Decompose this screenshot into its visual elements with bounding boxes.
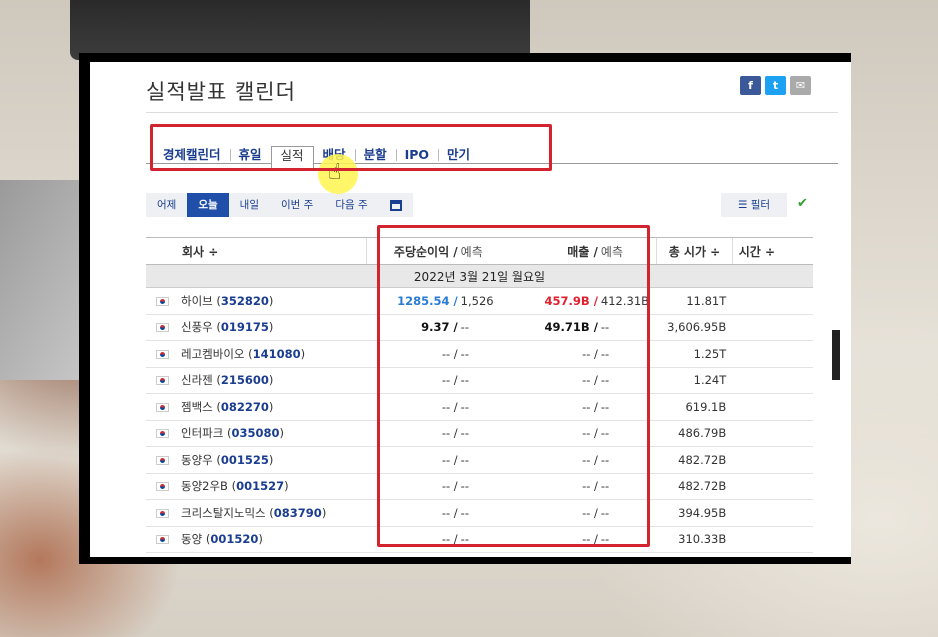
company-name[interactable]: 인터파크: [181, 426, 223, 440]
day-selector: 어제 오늘 내일 이번 주 다음 주: [146, 193, 413, 217]
company-cell[interactable]: 신풍우 (019175): [146, 314, 367, 341]
time-cell: [732, 367, 813, 394]
korea-flag-icon: [156, 429, 169, 439]
calendar-page: 실적발표 캘린더 f t ✉ 경제캘린더휴일실적배당분할IPO만기 어제오늘내일…: [90, 62, 838, 557]
company-code[interactable]: 001520: [210, 532, 258, 546]
time-cell: [732, 526, 813, 553]
day-2[interactable]: 내일: [229, 193, 270, 217]
korea-flag-icon: [156, 323, 169, 333]
company-code[interactable]: 082270: [221, 400, 269, 414]
time-cell: [732, 340, 813, 368]
company-name[interactable]: 신라젠: [181, 373, 213, 387]
market-cap-cell: 482.72B: [656, 473, 733, 500]
korea-flag-icon: [156, 296, 169, 306]
company-name[interactable]: 동양우: [181, 453, 213, 467]
market-cap-cell: 486.79B: [656, 420, 733, 447]
market-cap-cell: 11.81T: [656, 287, 733, 315]
time-cell: [732, 473, 813, 500]
company-code[interactable]: 001525: [221, 453, 269, 467]
time-cell: [732, 287, 813, 315]
market-cap-cell: 1.24T: [656, 367, 733, 394]
company-name[interactable]: 크리스탈지노믹스: [181, 506, 266, 520]
sliders-icon: ☰: [737, 199, 748, 211]
korea-flag-icon: [156, 535, 169, 545]
market-cap-cell: 394.95B: [656, 499, 733, 527]
filter-button[interactable]: ☰ 필터: [721, 193, 787, 217]
time-cell: [732, 446, 813, 474]
market-cap-cell: 482.72B: [656, 446, 733, 474]
time-cell: [732, 420, 813, 447]
company-cell[interactable]: 동양우 (001525): [146, 446, 367, 474]
time-cell: [732, 314, 813, 341]
background-laptop: [70, 0, 530, 60]
company-code[interactable]: 215600: [221, 373, 269, 387]
korea-flag-icon: [156, 455, 169, 465]
korea-flag-icon: [156, 349, 169, 359]
mail-icon[interactable]: ✉: [790, 76, 811, 95]
time-cell: [732, 499, 813, 527]
company-cell[interactable]: 젬백스 (082270): [146, 393, 367, 421]
company-name[interactable]: 레고켐바이오: [181, 347, 244, 361]
korea-flag-icon: [156, 508, 169, 518]
page-title: 실적발표 캘린더: [146, 80, 296, 104]
korea-flag-icon: [156, 482, 169, 492]
company-code[interactable]: 035080: [231, 426, 279, 440]
company-cell[interactable]: 하이브 (352820): [146, 287, 367, 315]
company-name[interactable]: 하이브: [181, 294, 213, 308]
facebook-icon[interactable]: f: [740, 76, 761, 95]
company-code[interactable]: 352820: [221, 294, 269, 308]
time-cell: [732, 393, 813, 421]
korea-flag-icon: [156, 402, 169, 412]
highlight-box-tabs: [150, 124, 552, 171]
header-time[interactable]: 시간 ÷: [731, 237, 813, 265]
check-icon[interactable]: ✔: [797, 196, 808, 211]
company-name[interactable]: 젬백스: [181, 400, 213, 414]
background-keyboard: [0, 180, 90, 380]
day-1[interactable]: 오늘: [187, 193, 229, 217]
company-cell[interactable]: 동양 (001520): [146, 526, 367, 553]
day-3[interactable]: 이번 주: [270, 193, 324, 217]
company-name[interactable]: 동양: [181, 532, 202, 546]
company-cell[interactable]: 신라젠 (215600): [146, 367, 367, 394]
title-divider: [146, 112, 838, 113]
calendar-icon[interactable]: [379, 193, 413, 217]
company-cell[interactable]: 크리스탈지노믹스 (083790): [146, 499, 367, 527]
day-0[interactable]: 어제: [146, 193, 187, 217]
company-code[interactable]: 083790: [274, 506, 322, 520]
company-cell[interactable]: 동양2우B (001527): [146, 473, 367, 500]
side-arrow: [832, 330, 840, 380]
company-cell[interactable]: 인터파크 (035080): [146, 420, 367, 447]
company-code[interactable]: 019175: [221, 320, 269, 334]
market-cap-cell: 619.1B: [656, 393, 733, 421]
company-name[interactable]: 신풍우: [181, 320, 213, 334]
company-name[interactable]: 동양2우B: [181, 479, 228, 493]
market-cap-cell: 1.25T: [656, 340, 733, 368]
market-cap-cell: 3,606.95B: [656, 314, 733, 341]
header-company[interactable]: 회사 ÷: [146, 237, 367, 265]
right-margin: [838, 62, 851, 557]
market-cap-cell: 310.33B: [656, 526, 733, 553]
company-code[interactable]: 001527: [236, 479, 284, 493]
header-market-cap[interactable]: 총 시가 ÷: [656, 237, 733, 265]
filter-label: 필터: [750, 199, 771, 211]
company-cell[interactable]: 레고켐바이오 (141080): [146, 340, 367, 368]
share-buttons: f t ✉: [740, 76, 811, 95]
twitter-icon[interactable]: t: [765, 76, 786, 95]
company-code[interactable]: 141080: [253, 347, 301, 361]
day-4[interactable]: 다음 주: [324, 193, 378, 217]
highlight-box-eps-revenue: [377, 225, 650, 547]
korea-flag-icon: [156, 376, 169, 386]
